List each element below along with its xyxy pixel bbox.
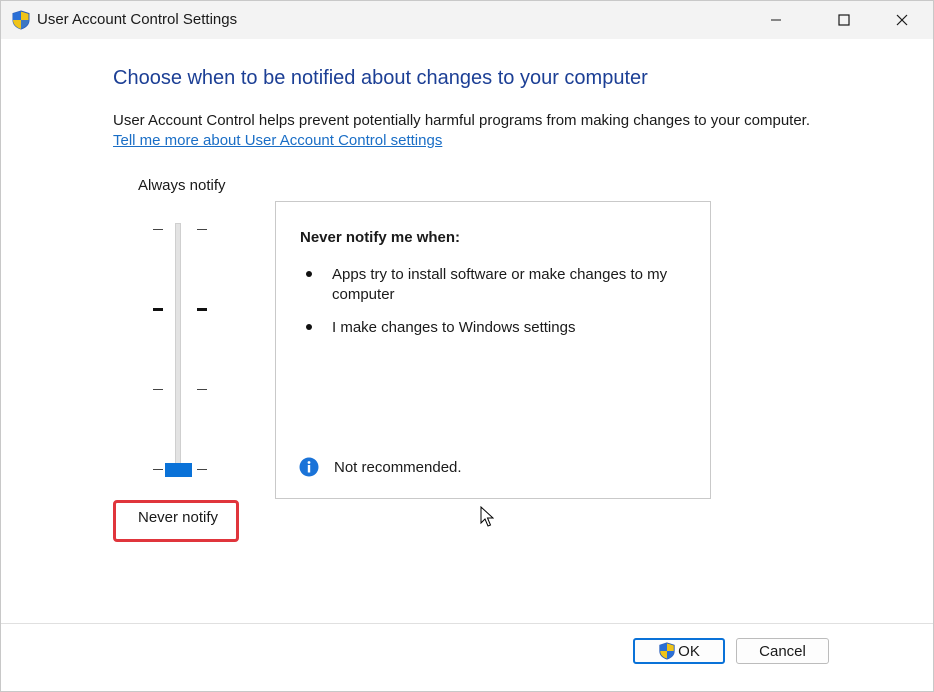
close-button[interactable] bbox=[873, 1, 931, 39]
ok-button-label: OK bbox=[678, 642, 700, 660]
slider-tick bbox=[197, 469, 207, 470]
page-heading: Choose when to be notified about changes… bbox=[113, 67, 648, 89]
bullet-icon bbox=[306, 271, 312, 277]
window-title: User Account Control Settings bbox=[37, 11, 238, 28]
slider-tick-default bbox=[153, 308, 163, 311]
slider-track[interactable] bbox=[175, 223, 181, 476]
slider-thumb[interactable] bbox=[165, 463, 192, 477]
uac-settings-window: User Account Control Settings Choose whe… bbox=[0, 0, 934, 692]
notification-level-slider[interactable] bbox=[141, 213, 221, 483]
slider-tick-default bbox=[197, 308, 207, 311]
uac-shield-icon bbox=[12, 10, 30, 30]
recommendation-note: Not recommended. bbox=[334, 459, 462, 476]
slider-tick bbox=[197, 389, 207, 390]
slider-tick bbox=[153, 229, 163, 230]
bullet-item: Apps try to install software or make cha… bbox=[332, 266, 668, 303]
close-icon bbox=[896, 14, 908, 26]
mouse-cursor-icon bbox=[480, 506, 494, 527]
slider-tick bbox=[153, 469, 163, 470]
slider-tick bbox=[153, 389, 163, 390]
minimize-button[interactable] bbox=[747, 1, 805, 39]
uac-shield-icon bbox=[659, 642, 675, 660]
info-icon bbox=[299, 457, 319, 477]
cancel-button[interactable]: Cancel bbox=[736, 638, 829, 664]
footer-divider bbox=[1, 623, 933, 624]
slider-tick bbox=[197, 229, 207, 230]
never-notify-label: Never notify bbox=[138, 509, 219, 526]
minimize-icon bbox=[771, 19, 781, 21]
level-description-panel: Never notify me when: Apps try to instal… bbox=[275, 201, 711, 499]
maximize-icon bbox=[838, 14, 850, 26]
maximize-button[interactable] bbox=[815, 1, 873, 39]
title-bar[interactable]: User Account Control Settings bbox=[1, 1, 933, 39]
learn-more-link[interactable]: Tell me more about User Account Control … bbox=[113, 132, 442, 149]
cancel-button-label: Cancel bbox=[759, 642, 806, 660]
panel-title: Never notify me when: bbox=[300, 229, 461, 246]
ok-button[interactable]: OK bbox=[633, 638, 725, 664]
bullet-item: I make changes to Windows settings bbox=[332, 319, 576, 336]
bullet-icon bbox=[306, 324, 312, 330]
always-notify-label: Always notify bbox=[138, 177, 226, 194]
description-text: User Account Control helps prevent poten… bbox=[113, 112, 811, 129]
